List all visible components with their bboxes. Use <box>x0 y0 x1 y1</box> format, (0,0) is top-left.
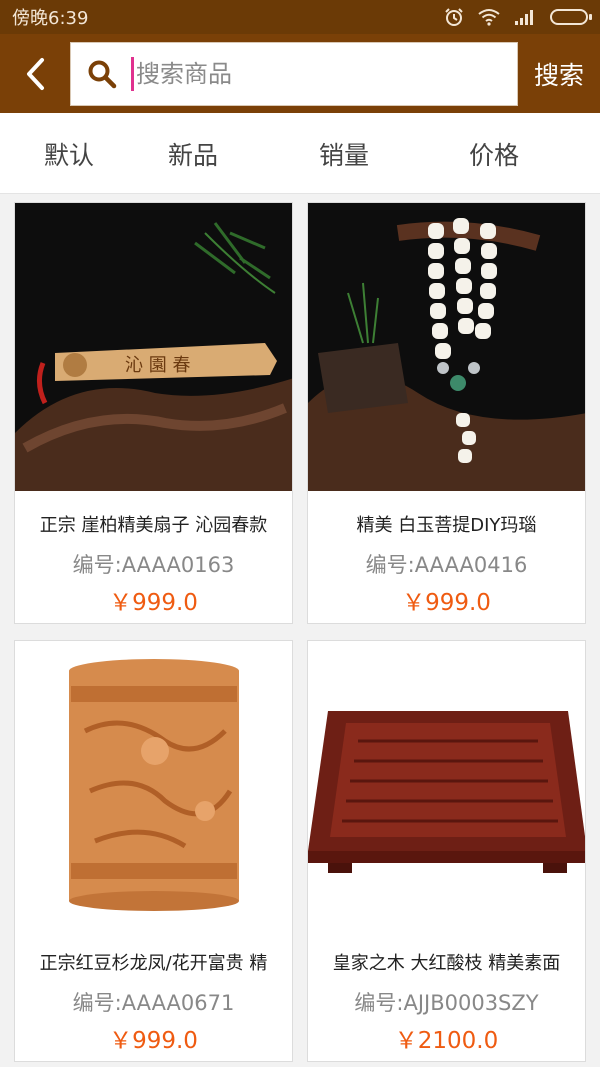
product-code: 编号:AAAA0163 <box>72 553 235 577</box>
product-image: 沁 園 春 <box>15 203 292 491</box>
status-bar: 傍晚6:39 <box>0 0 600 34</box>
product-card[interactable]: 精美 白玉菩提DIY玛瑙 编号:AAAA0416 ￥999.0 <box>307 202 586 624</box>
sort-tab-new[interactable]: 新品 <box>168 113 218 194</box>
svg-text:沁 園 春: 沁 園 春 <box>125 355 190 376</box>
sort-tab-default[interactable]: 默认 <box>44 113 94 194</box>
product-image <box>15 641 292 929</box>
text-cursor <box>131 56 134 91</box>
search-box[interactable] <box>70 41 518 106</box>
search-input[interactable] <box>136 59 496 88</box>
status-icons <box>444 7 592 27</box>
product-card[interactable]: 沁 園 春 正宗 崖柏精美扇子 沁园春款 编号:AAAA0163 ￥999.0 <box>14 202 293 624</box>
product-price: ￥999.0 <box>109 590 198 616</box>
product-title: 精美 白玉菩提DIY玛瑙 <box>356 515 537 536</box>
search-header: 搜索 <box>0 34 600 113</box>
product-price: ￥999.0 <box>109 1028 198 1054</box>
product-image <box>308 203 585 491</box>
product-price: ￥999.0 <box>402 590 491 616</box>
alarm-icon <box>444 7 464 27</box>
product-price: ￥2100.0 <box>394 1028 499 1054</box>
wifi-icon <box>478 8 500 26</box>
search-icon <box>85 57 119 91</box>
sort-tab-sales[interactable]: 销量 <box>319 113 369 194</box>
search-button[interactable]: 搜索 <box>518 34 600 113</box>
product-code: 编号:AAAA0416 <box>365 553 528 577</box>
sort-tab-price[interactable]: 价格 <box>469 113 519 194</box>
battery-icon <box>550 9 592 25</box>
product-card[interactable]: 正宗红豆杉龙凤/花开富贵 精 编号:AAAA0671 ￥999.0 <box>14 640 293 1062</box>
product-title: 正宗红豆杉龙凤/花开富贵 精 <box>39 953 268 974</box>
product-title: 正宗 崖柏精美扇子 沁园春款 <box>39 515 268 536</box>
product-code: 编号:AAAA0671 <box>72 991 235 1015</box>
product-title: 皇家之木 大红酸枝 精美素面 <box>332 953 561 974</box>
back-arrow-icon <box>27 57 44 90</box>
sort-bar: 默认 新品 销量 价格 <box>0 113 600 194</box>
status-time: 傍晚6:39 <box>12 8 89 29</box>
back-button[interactable] <box>0 34 70 113</box>
product-card[interactable]: 皇家之木 大红酸枝 精美素面 编号:AJJB0003SZY ￥2100.0 <box>307 640 586 1062</box>
signal-icon <box>514 9 536 25</box>
product-code: 编号:AJJB0003SZY <box>354 991 539 1015</box>
product-image <box>308 641 585 929</box>
